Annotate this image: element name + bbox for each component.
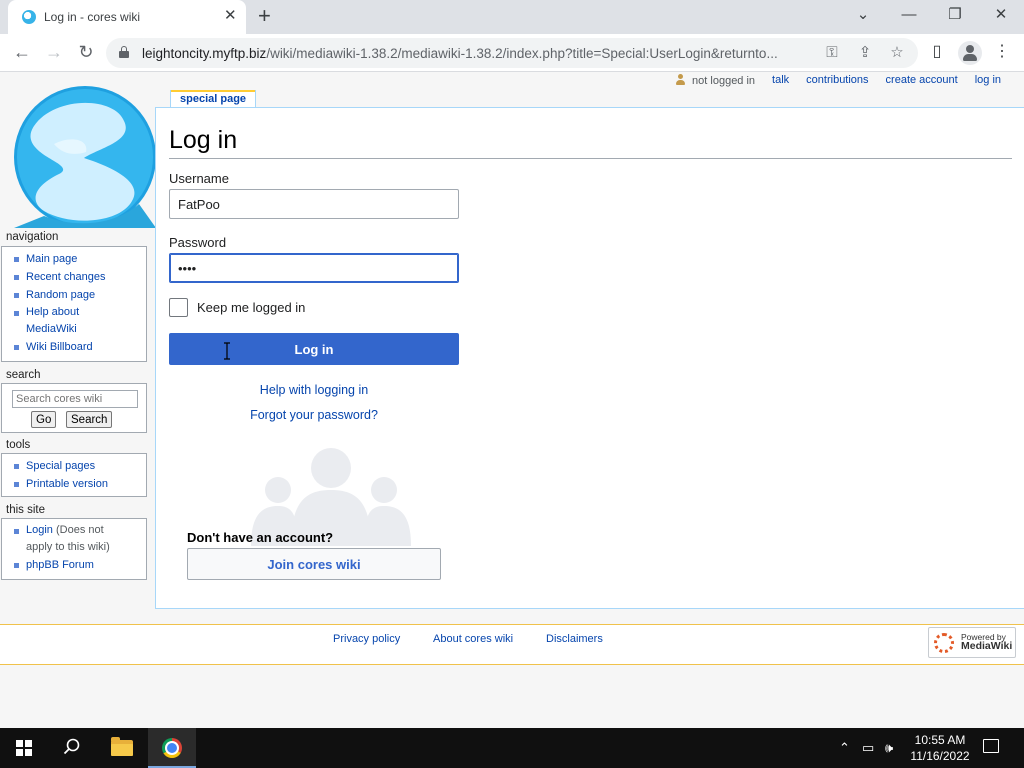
network-icon[interactable]: ▭ (862, 740, 874, 756)
contributions-link[interactable]: contributions (806, 74, 868, 86)
windows-start-icon[interactable] (16, 740, 32, 756)
powered-by-mediawiki-badge[interactable]: Powered by MediaWiki (928, 627, 1016, 658)
browser-tab-strip: Log in - cores wiki ✕ + ⌄ — ❐ ✕ (0, 0, 1024, 34)
mediawiki-flower-icon (934, 633, 954, 653)
sidebar-item-random-page[interactable]: Random page (12, 286, 146, 304)
sidebar-item-main-page[interactable]: Main page (12, 250, 146, 268)
sidebar-item-login[interactable]: Login (Does not apply to this wiki) (12, 522, 146, 556)
windows-taskbar: ⌃ ▭ 🕪 10:55 AM 11/16/2022 (0, 728, 1024, 768)
sidebar-item-help[interactable]: Help about MediaWiki (12, 304, 146, 338)
url-text[interactable]: leightoncity.myftp.biz/wiki/mediawiki-1.… (142, 46, 810, 61)
bookmark-star-icon[interactable]: ☆ (887, 43, 907, 63)
site-logo[interactable] (14, 86, 156, 228)
content-area: Log in Username Password Keep me logged … (155, 107, 1024, 609)
key-icon[interactable]: ⚿ (822, 43, 842, 63)
keep-logged-in-label[interactable]: Keep me logged in (197, 300, 305, 315)
clock-date: 11/16/2022 (910, 749, 970, 763)
search-input[interactable] (12, 390, 138, 408)
tab-close-icon[interactable]: ✕ (224, 8, 237, 24)
profile-avatar-icon[interactable] (958, 41, 982, 65)
about-wiki-link[interactable]: About cores wiki (433, 633, 513, 645)
chrome-icon (162, 738, 182, 758)
lock-icon[interactable] (119, 46, 129, 59)
user-icon (675, 73, 686, 86)
sidebar-item-special-pages[interactable]: Special pages (12, 457, 146, 475)
password-label: Password (169, 235, 227, 250)
new-tab-button[interactable]: + (258, 4, 271, 28)
footer-divider-bottom (0, 664, 1024, 665)
password-field[interactable] (169, 253, 459, 283)
volume-icon[interactable]: 🕪 (885, 740, 893, 756)
close-window-button[interactable]: ✕ (991, 5, 1011, 25)
maximize-button[interactable]: ❐ (945, 5, 965, 25)
tools-portlet: Special pages Printable version (1, 453, 147, 497)
footer (0, 625, 1024, 665)
address-bar[interactable]: leightoncity.myftp.biz/wiki/mediawiki-1.… (106, 38, 918, 68)
page-title: Log in (169, 126, 1012, 159)
not-logged-in-status: not logged in (675, 73, 756, 87)
page-viewport: not logged in talk contributions create … (0, 72, 1024, 728)
this-site-portlet: Login (Does not apply to this wiki) phpB… (1, 518, 147, 580)
forgot-password-link[interactable]: Forgot your password? (169, 408, 459, 422)
forward-arrow-icon[interactable]: → (43, 42, 65, 62)
browser-toolbar: ← → ↻ leightoncity.myftp.biz/wiki/mediaw… (0, 34, 1024, 72)
powered-line-2: MediaWiki (961, 640, 1013, 652)
powered-text: Powered by MediaWiki (961, 633, 1013, 652)
share-icon[interactable]: ⇪ (855, 43, 875, 63)
back-arrow-icon[interactable]: ← (11, 42, 33, 62)
navigation-portlet: Main page Recent changes Random page Hel… (1, 246, 147, 362)
this-site-heading: this site (6, 504, 45, 516)
tab-title: Log in - cores wiki (44, 10, 141, 24)
wiki-favicon-icon (22, 10, 36, 24)
search-button[interactable]: Search (66, 411, 113, 428)
help-logging-in-link[interactable]: Help with logging in (169, 383, 459, 397)
taskbar-chrome-button[interactable] (148, 728, 196, 768)
join-wiki-button[interactable]: Join cores wiki (187, 548, 441, 580)
personal-tools: not logged in talk contributions create … (675, 72, 1001, 88)
reload-icon[interactable]: ↻ (75, 42, 97, 62)
navigation-heading: navigation (6, 231, 59, 243)
disclaimers-link[interactable]: Disclaimers (546, 633, 603, 645)
notification-icon[interactable] (983, 739, 999, 753)
sidebar-item-recent-changes[interactable]: Recent changes (12, 268, 146, 286)
username-label: Username (169, 171, 229, 186)
log-in-link[interactable]: log in (975, 74, 1001, 86)
minimize-button[interactable]: — (899, 5, 919, 25)
keep-logged-in-checkbox[interactable] (169, 298, 188, 317)
signup-heading: Don't have an account? (187, 530, 334, 545)
sidebar-item-phpbb-forum[interactable]: phpBB Forum (12, 556, 146, 574)
tab-search-chevron-icon[interactable]: ⌄ (853, 5, 873, 25)
go-button[interactable]: Go (31, 411, 57, 428)
create-account-link[interactable]: create account (886, 74, 958, 86)
search-heading: search (6, 369, 41, 381)
talk-link[interactable]: talk (772, 74, 789, 86)
sidebar-item-printable-version[interactable]: Printable version (12, 475, 146, 493)
privacy-policy-link[interactable]: Privacy policy (333, 633, 400, 645)
text-cursor-icon (224, 342, 230, 360)
username-field[interactable] (169, 189, 459, 219)
not-logged-in-label: not logged in (692, 74, 756, 87)
file-explorer-icon[interactable] (111, 737, 133, 756)
browser-tab[interactable]: Log in - cores wiki ✕ (8, 0, 246, 34)
special-page-tab[interactable]: special page (170, 90, 257, 107)
side-panel-icon[interactable]: ▯ (926, 42, 948, 62)
tray-chevron-icon[interactable]: ⌃ (839, 740, 850, 756)
system-clock[interactable]: 10:55 AM 11/16/2022 (906, 732, 974, 764)
menu-kebab-icon[interactable]: ⋮ (991, 42, 1013, 62)
sidebar-item-wiki-billboard[interactable]: Wiki Billboard (12, 338, 146, 356)
log-in-button[interactable]: Log in (169, 333, 459, 365)
search-portlet: Go Search (1, 383, 147, 433)
tools-heading: tools (6, 439, 31, 451)
clock-time: 10:55 AM (914, 733, 966, 747)
search-icon[interactable] (63, 738, 81, 756)
